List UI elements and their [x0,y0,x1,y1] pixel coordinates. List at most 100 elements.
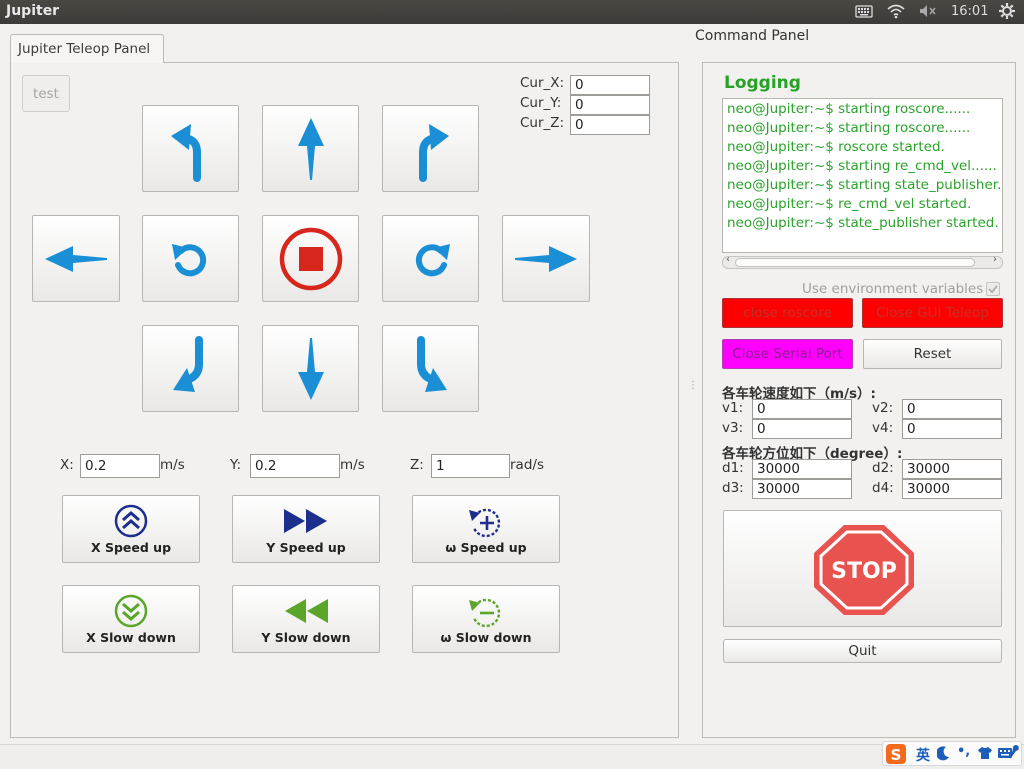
x-speed-up-button[interactable]: X Speed up [62,495,200,563]
z-speed-unit: rad/s [510,457,544,473]
volume-muted-icon[interactable] [918,3,938,23]
down-arrow-icon [297,337,324,400]
z-speed-label: Z: [410,457,424,473]
w-slow-down-label: ω Slow down [440,630,532,645]
forward-button[interactable] [262,105,359,192]
stop-sign-text: STOP [831,559,897,584]
cur-y-field[interactable] [570,95,650,115]
right-button[interactable] [502,215,590,302]
turn-left-forward-button[interactable] [142,105,239,192]
turn-right-arrow-icon [418,123,449,182]
tab-teleop-panel[interactable]: Jupiter Teleop Panel [10,34,164,63]
gear-icon[interactable] [998,2,1016,24]
logging-title: Logging [724,73,801,93]
log-line: neo@Jupiter:~$ starting roscore...... [727,101,971,117]
backward-button[interactable] [262,325,359,412]
cur-y-label: Cur_Y: [520,95,562,111]
moon-icon[interactable] [936,745,951,765]
left-button[interactable] [32,215,120,302]
d1-field[interactable] [752,459,852,479]
emergency-stop-button[interactable]: STOP [723,510,1002,627]
cur-z-field[interactable] [570,115,650,135]
svg-text:S: S [891,746,902,764]
stop-button[interactable] [262,215,359,302]
cur-x-label: Cur_X: [520,75,565,91]
app-title: Jupiter [6,3,60,19]
shirt-icon[interactable] [977,746,993,764]
wifi-icon[interactable] [886,3,906,23]
tab-label: Jupiter Teleop Panel [18,41,151,57]
log-line: neo@Jupiter:~$ roscore started. [727,139,945,155]
y-slow-down-button[interactable]: Y Slow down [232,585,380,653]
y-speed-label: Y: [230,457,242,473]
log-output[interactable]: neo@Jupiter:~$ starting roscore...... ne… [722,98,1003,253]
v1-field[interactable] [752,399,852,419]
stop-sign-icon: STOP [814,525,914,615]
y-speed-unit: m/s [340,457,365,473]
log-line: neo@Jupiter:~$ state_publisher started. [727,215,999,231]
d4-label: d4: [872,480,894,496]
rotate-right-button[interactable] [382,215,479,302]
double-chevron-down-icon [114,594,148,628]
d4-field[interactable] [902,479,1002,499]
log-line: neo@Jupiter:~$ starting roscore...... [727,120,971,136]
x-speed-unit: m/s [160,457,185,473]
checkmark-icon [988,285,998,294]
x-slow-down-label: X Slow down [86,630,176,645]
turn-right-forward-button[interactable] [382,105,479,192]
cur-x-field[interactable] [570,75,650,95]
splitter-handle[interactable]: ⋮ [688,380,698,391]
env-variables-checkbox[interactable] [986,282,1000,296]
d3-field[interactable] [752,479,852,499]
d2-field[interactable] [902,459,1002,479]
z-speed-field[interactable] [431,454,510,478]
cur-z-label: Cur_Z: [520,115,565,131]
sogou-icon[interactable]: S [885,743,907,769]
v2-field[interactable] [902,399,1002,419]
x-speed-up-label: X Speed up [90,540,172,555]
v4-field[interactable] [902,419,1002,439]
quit-button[interactable]: Quit [723,639,1002,663]
ime-toolbar[interactable]: S 英 •, [882,741,1022,766]
y-speed-up-button[interactable]: Y Speed up [232,495,380,563]
backward-left-button[interactable] [142,325,239,412]
w-speed-up-label: ω Speed up [445,540,527,555]
scroll-left-icon[interactable]: ‹ [726,254,730,265]
log-line: neo@Jupiter:~$ starting re_cmd_vel...... [727,158,997,174]
right-arrow-icon [515,245,577,272]
ime-language-label[interactable]: 英 [916,745,930,765]
w-speed-up-button[interactable]: ω Speed up [412,495,560,563]
top-bar: Jupiter 16:01 [0,0,1024,24]
backward-right-button[interactable] [382,325,479,412]
v3-field[interactable] [752,419,852,439]
x-speed-field[interactable] [80,454,160,478]
x-slow-down-button[interactable]: X Slow down [62,585,200,653]
y-speed-field[interactable] [250,454,340,478]
v3-label: v3: [722,420,744,436]
keyboard-icon[interactable] [855,3,873,23]
wrench-icon[interactable] [1007,745,1021,765]
close-serial-port-button[interactable]: Close Serial Port [722,339,853,369]
reset-button[interactable]: Reset [863,339,1002,369]
rotate-minus-icon [469,598,501,628]
down-left-arrow-icon [172,335,203,392]
scroll-right-icon[interactable]: › [993,254,997,265]
close-roscore-button[interactable]: close roscore [722,298,853,328]
command-panel-title: Command Panel [695,28,810,44]
w-slow-down-button[interactable]: ω Slow down [412,585,560,653]
rewind-icon [285,599,328,623]
log-scrollbar-thumb[interactable] [735,258,975,267]
left-arrow-icon [45,245,107,272]
close-gui-teleop-button[interactable]: Close GUI Teleop [862,298,1003,328]
rotate-left-button[interactable] [142,215,239,302]
log-line: neo@Jupiter:~$ starting state_publisher.… [727,177,1003,193]
rotate-cw-icon [415,243,450,276]
down-right-arrow-icon [416,335,447,392]
clock[interactable]: 16:01 [951,4,988,19]
x-speed-label: X: [60,457,74,473]
y-speed-up-label: Y Speed up [266,540,346,555]
test-button[interactable]: test [22,75,70,112]
v2-label: v2: [872,400,894,416]
punctuation-icon[interactable]: •, [957,744,970,759]
d2-label: d2: [872,460,894,476]
